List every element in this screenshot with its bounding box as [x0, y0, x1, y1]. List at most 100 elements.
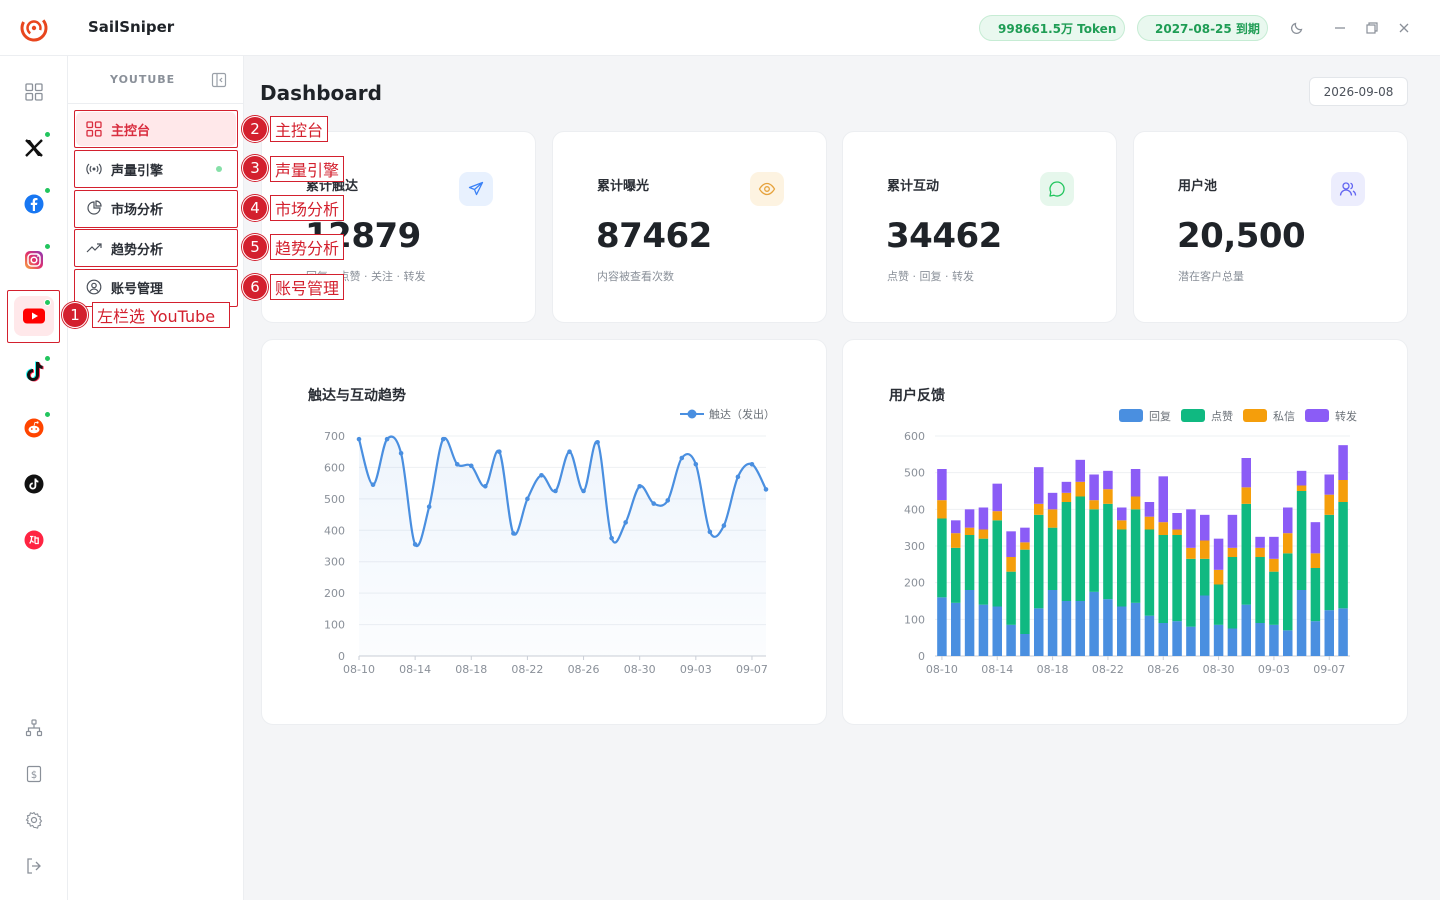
bar-segment	[1075, 496, 1085, 601]
bar-segment	[1061, 601, 1072, 656]
bar-segment	[1213, 569, 1224, 585]
y-tick-label: 500	[324, 493, 345, 506]
user-feedback-chart[interactable]: 0 100 200 300 400 500 600 08-10 08-14 08-18 08-22 0…	[843, 340, 1409, 726]
stat-card-engagement: 累计互动 34462 点赞 · 回复 · 转发	[842, 131, 1117, 323]
rail-item-tiktok-alt[interactable]	[14, 464, 54, 504]
bar-segment	[1144, 502, 1155, 517]
data-point	[440, 436, 446, 442]
bar-segment	[992, 606, 1002, 656]
close-button[interactable]	[1395, 19, 1413, 37]
rail-item-tiktok[interactable]	[14, 352, 54, 392]
bar-segment	[1130, 469, 1141, 497]
annotation-box-voice-engine	[74, 150, 238, 188]
platform-rail: $	[0, 56, 68, 900]
annotation-number: 2	[242, 116, 268, 142]
bar-segment	[1117, 520, 1127, 530]
bar-segment	[1089, 500, 1099, 510]
bar-segment	[1020, 527, 1030, 543]
date-picker[interactable]: 2026-09-08	[1309, 77, 1408, 106]
bar-segment	[1172, 621, 1182, 656]
annotation-label: 左栏选 YouTube	[92, 302, 230, 328]
x-logo-icon	[25, 139, 43, 157]
rail-item-xiaohongshu[interactable]	[14, 520, 54, 560]
bar-segment	[1255, 547, 1265, 557]
bar-segment	[1324, 610, 1334, 656]
bar-segment	[1061, 492, 1072, 502]
y-tick-label: 100	[324, 619, 345, 632]
minimize-icon	[1335, 27, 1345, 29]
bar-segment	[964, 509, 975, 528]
bar-segment	[1186, 509, 1196, 548]
token-balance-badge[interactable]: 998661.5万 Token	[979, 15, 1125, 41]
data-point	[567, 449, 572, 455]
annotation-label: 趋势分析	[270, 234, 345, 260]
y-tick-label: 100	[904, 613, 925, 626]
stat-value: 34462	[886, 216, 1002, 256]
x-tick-label: 08-22	[511, 663, 543, 676]
rail-item-facebook[interactable]	[14, 184, 54, 224]
bar-segment	[1103, 470, 1113, 490]
sitemap-icon	[25, 719, 43, 737]
bar-segment	[1034, 467, 1044, 504]
rail-sitemap-button[interactable]	[22, 716, 46, 740]
data-point	[735, 474, 741, 480]
bar-segment	[1283, 507, 1293, 534]
rail-settings-button[interactable]	[22, 808, 46, 832]
bar-segment	[1296, 470, 1307, 486]
y-tick-label: 600	[904, 430, 925, 443]
stat-card-impressions: 累计曝光 87462 内容被查看次数	[552, 131, 827, 323]
rail-billing-button[interactable]: $	[22, 762, 46, 786]
bar-segment	[937, 518, 947, 598]
bar-segment	[1227, 514, 1238, 548]
minimize-button[interactable]	[1331, 19, 1349, 37]
legend-label: 私信	[1273, 410, 1295, 423]
bar-segment	[1020, 634, 1030, 656]
bar-segment	[964, 527, 975, 535]
x-tick-label: 08-30	[624, 663, 656, 676]
bar-segment	[1061, 481, 1072, 493]
y-tick-label: 0	[338, 650, 345, 663]
reddit-icon	[24, 418, 44, 438]
bar-segment	[1227, 557, 1238, 629]
reach-trend-chart-card: 触达与互动趋势 0 100 200 300 400 500 600 700 08-10 08-14…	[261, 339, 827, 725]
x-tick-label: 08-18	[1037, 663, 1069, 676]
bar-segment	[1020, 549, 1030, 634]
sidebar-collapse-icon[interactable]	[211, 72, 227, 88]
facebook-icon	[24, 194, 44, 214]
y-tick-label: 200	[324, 587, 345, 600]
data-point	[398, 450, 404, 456]
y-tick-label: 600	[324, 461, 345, 474]
expiry-badge[interactable]: 2027-08-25 到期	[1137, 15, 1268, 41]
bar-segment	[1255, 536, 1265, 548]
legend-swatch	[1305, 409, 1329, 422]
data-point	[426, 504, 432, 510]
y-tick-label: 400	[324, 524, 345, 537]
bar-segment	[978, 538, 989, 605]
bar-segment	[978, 529, 989, 539]
bar-segment	[1047, 492, 1058, 510]
bar-segment	[1158, 535, 1168, 623]
rail-item-x[interactable]	[14, 128, 54, 168]
bar-segment	[1006, 571, 1016, 625]
bar-segment	[1324, 474, 1334, 495]
rail-item-reddit[interactable]	[14, 408, 54, 448]
data-point	[525, 496, 530, 502]
stat-subtitle: 潜在客户总量	[1178, 270, 1244, 283]
x-tick-label: 08-26	[1147, 663, 1179, 676]
x-tick-label: 08-22	[1092, 663, 1124, 676]
bar-segment	[1200, 540, 1210, 559]
y-tick-label: 300	[904, 540, 925, 553]
bar-segment	[1338, 502, 1348, 609]
theme-toggle-button[interactable]	[1288, 19, 1306, 37]
bar-segment	[1089, 474, 1099, 501]
bar-segment	[1047, 527, 1058, 590]
bar-segment	[1130, 602, 1141, 656]
data-point	[707, 529, 713, 535]
rail-logout-button[interactable]	[22, 854, 46, 878]
rail-item-dashboard[interactable]	[14, 72, 54, 112]
app-title: SailSniper	[88, 18, 175, 36]
maximize-button[interactable]	[1363, 19, 1381, 37]
bar-segment	[1241, 487, 1251, 504]
rail-item-instagram[interactable]	[14, 240, 54, 280]
users-icon	[1331, 172, 1365, 206]
